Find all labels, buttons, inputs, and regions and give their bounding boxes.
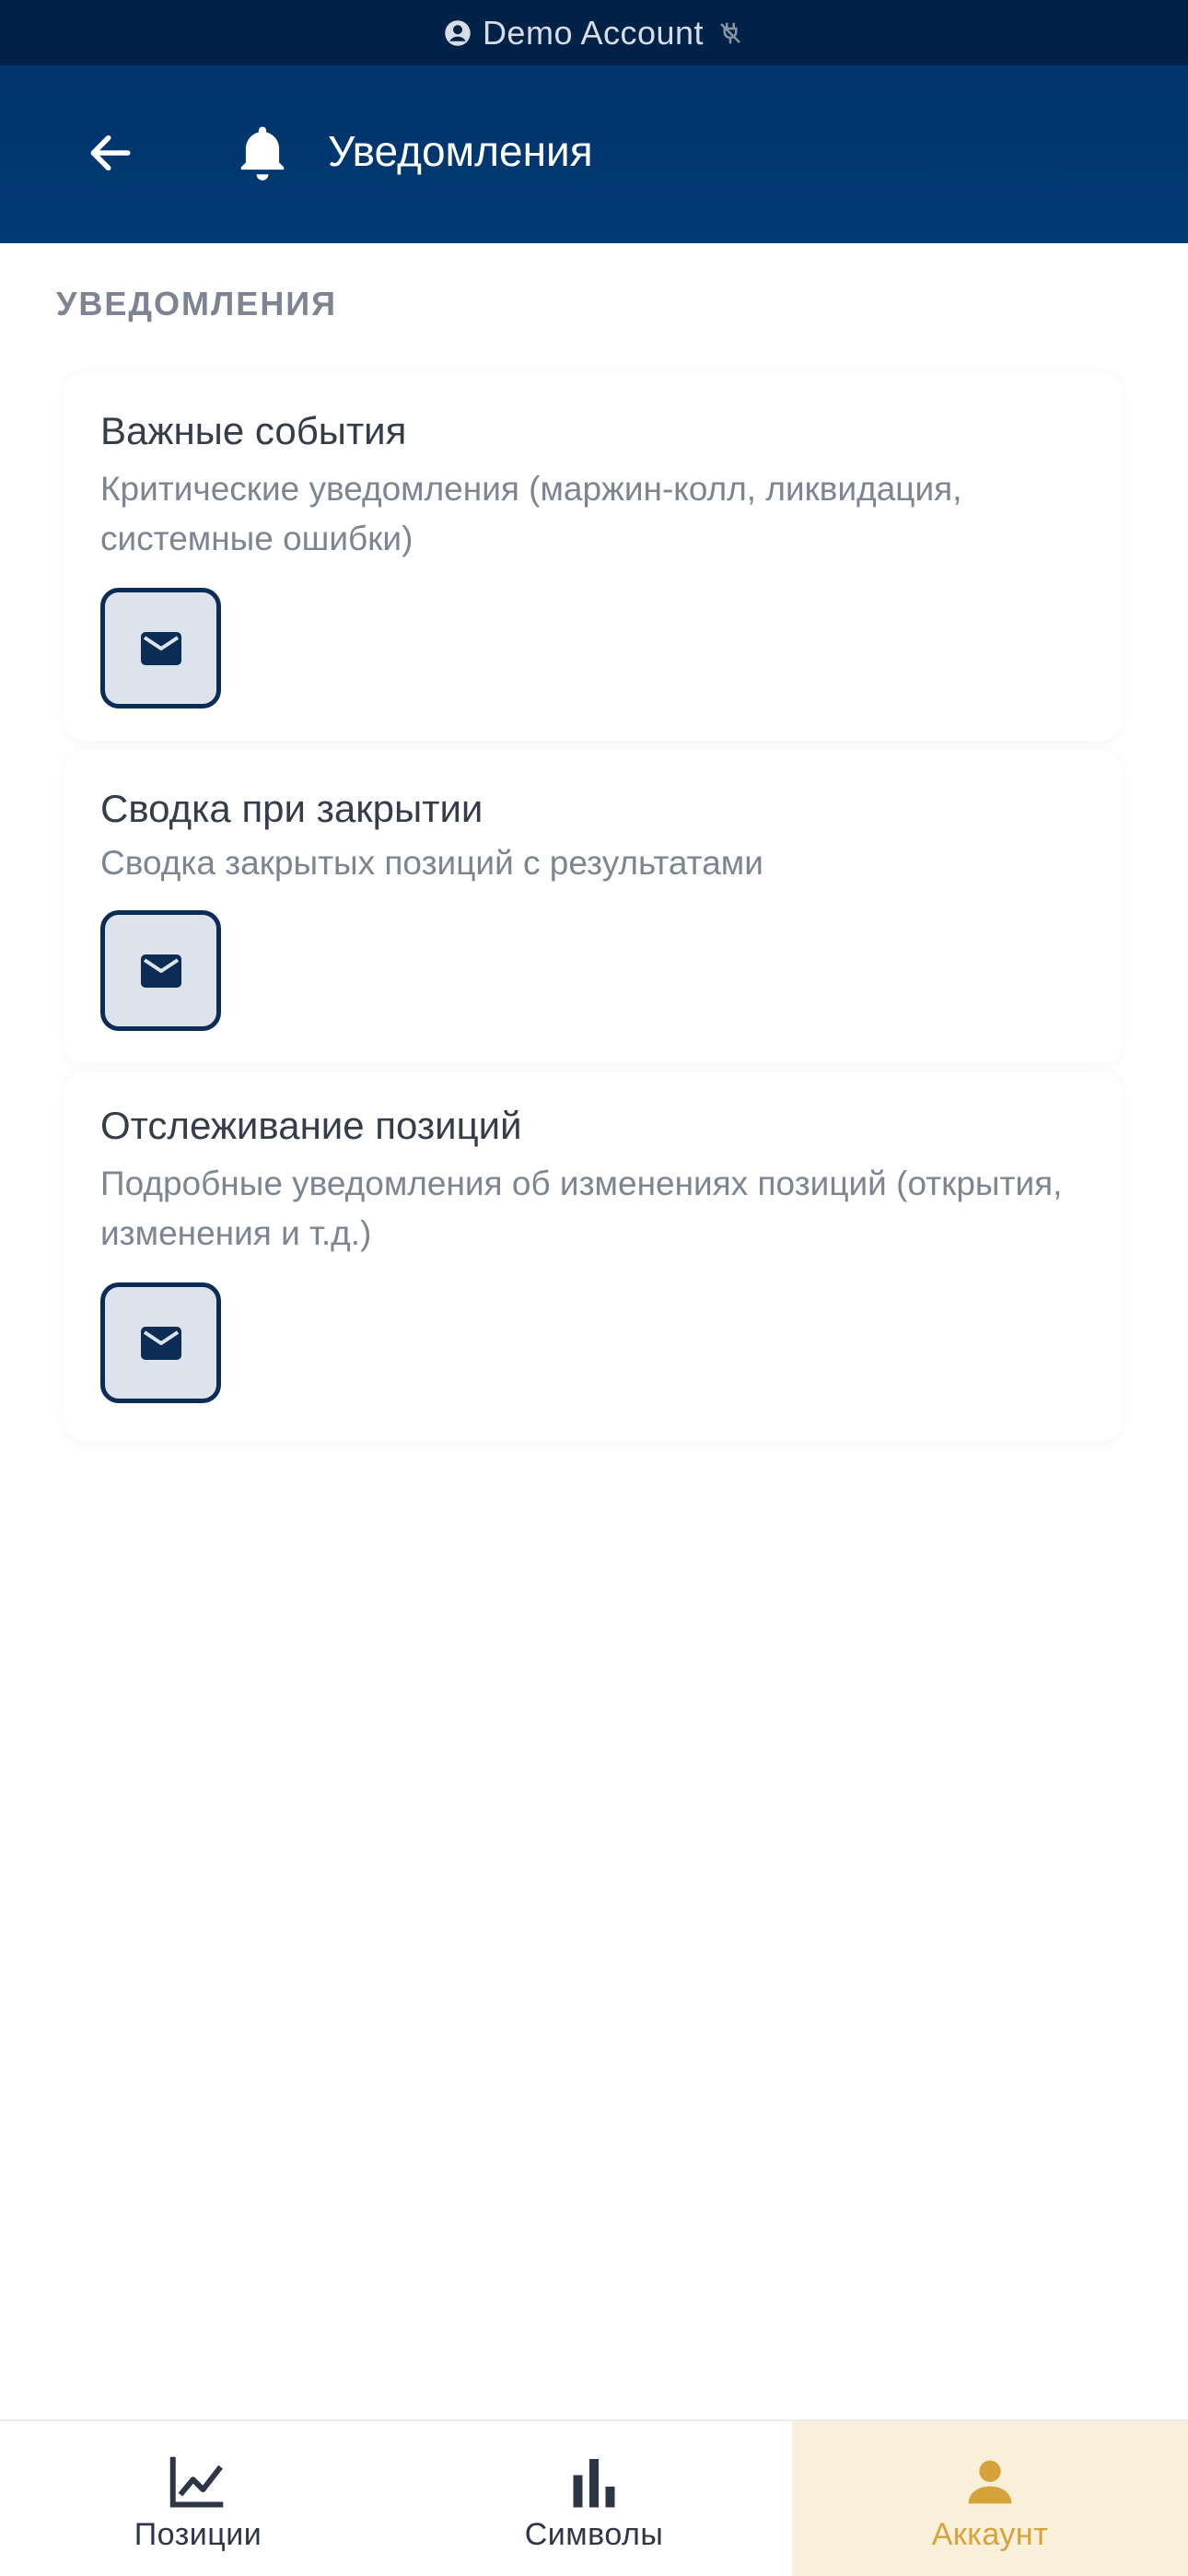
status-bar: Demo Account bbox=[0, 0, 1188, 65]
email-toggle-button[interactable] bbox=[100, 588, 221, 708]
card-title: Важные события bbox=[100, 409, 407, 452]
disconnected-icon bbox=[716, 19, 744, 47]
card-description: Подробные уведомления об изменениях пози… bbox=[100, 1165, 1063, 1252]
card-description: Сводка закрытых позиций с результатами bbox=[100, 844, 763, 882]
nav-tab-symbols[interactable]: Символы bbox=[396, 2421, 792, 2576]
notification-card-summary: Сводка при закрытии Сводка закрытых пози… bbox=[64, 750, 1122, 1063]
line-chart-icon bbox=[165, 2449, 231, 2515]
mail-icon bbox=[140, 1326, 181, 1360]
nav-label: Символы bbox=[524, 2517, 664, 2552]
nav-tab-positions[interactable]: Позиции bbox=[0, 2421, 396, 2576]
mail-icon bbox=[140, 954, 181, 988]
bell-icon bbox=[234, 122, 291, 184]
app-header: Уведомления bbox=[0, 65, 1188, 243]
bottom-navigation: Позиции Символы Аккаунт bbox=[0, 2419, 1188, 2576]
back-button[interactable] bbox=[83, 125, 138, 181]
nav-tab-account[interactable]: Аккаунт bbox=[792, 2421, 1188, 2576]
nav-label: Аккаунт bbox=[931, 2517, 1049, 2552]
arrow-left-icon bbox=[90, 135, 131, 171]
person-icon bbox=[957, 2449, 1023, 2515]
notification-card-important: Важные события Критические уведомления (… bbox=[64, 372, 1122, 741]
mail-icon bbox=[140, 631, 181, 665]
card-description: Критические уведомления (маржин-колл, ли… bbox=[100, 470, 962, 557]
account-circle-icon bbox=[444, 19, 472, 47]
notification-card-tracking: Отслеживание позиций Подробные уведомлен… bbox=[64, 1072, 1122, 1441]
nav-label: Позиции bbox=[134, 2517, 262, 2552]
bar-chart-icon bbox=[561, 2449, 627, 2515]
section-label: УВЕДОМЛЕНИЯ bbox=[56, 285, 338, 322]
page-title: Уведомления bbox=[328, 127, 593, 175]
account-label: Demo Account bbox=[482, 13, 705, 52]
email-toggle-button[interactable] bbox=[100, 1282, 221, 1403]
email-toggle-button[interactable] bbox=[100, 910, 221, 1031]
card-title: Отслеживание позиций bbox=[100, 1104, 522, 1147]
card-title: Сводка при закрытии bbox=[100, 787, 483, 830]
